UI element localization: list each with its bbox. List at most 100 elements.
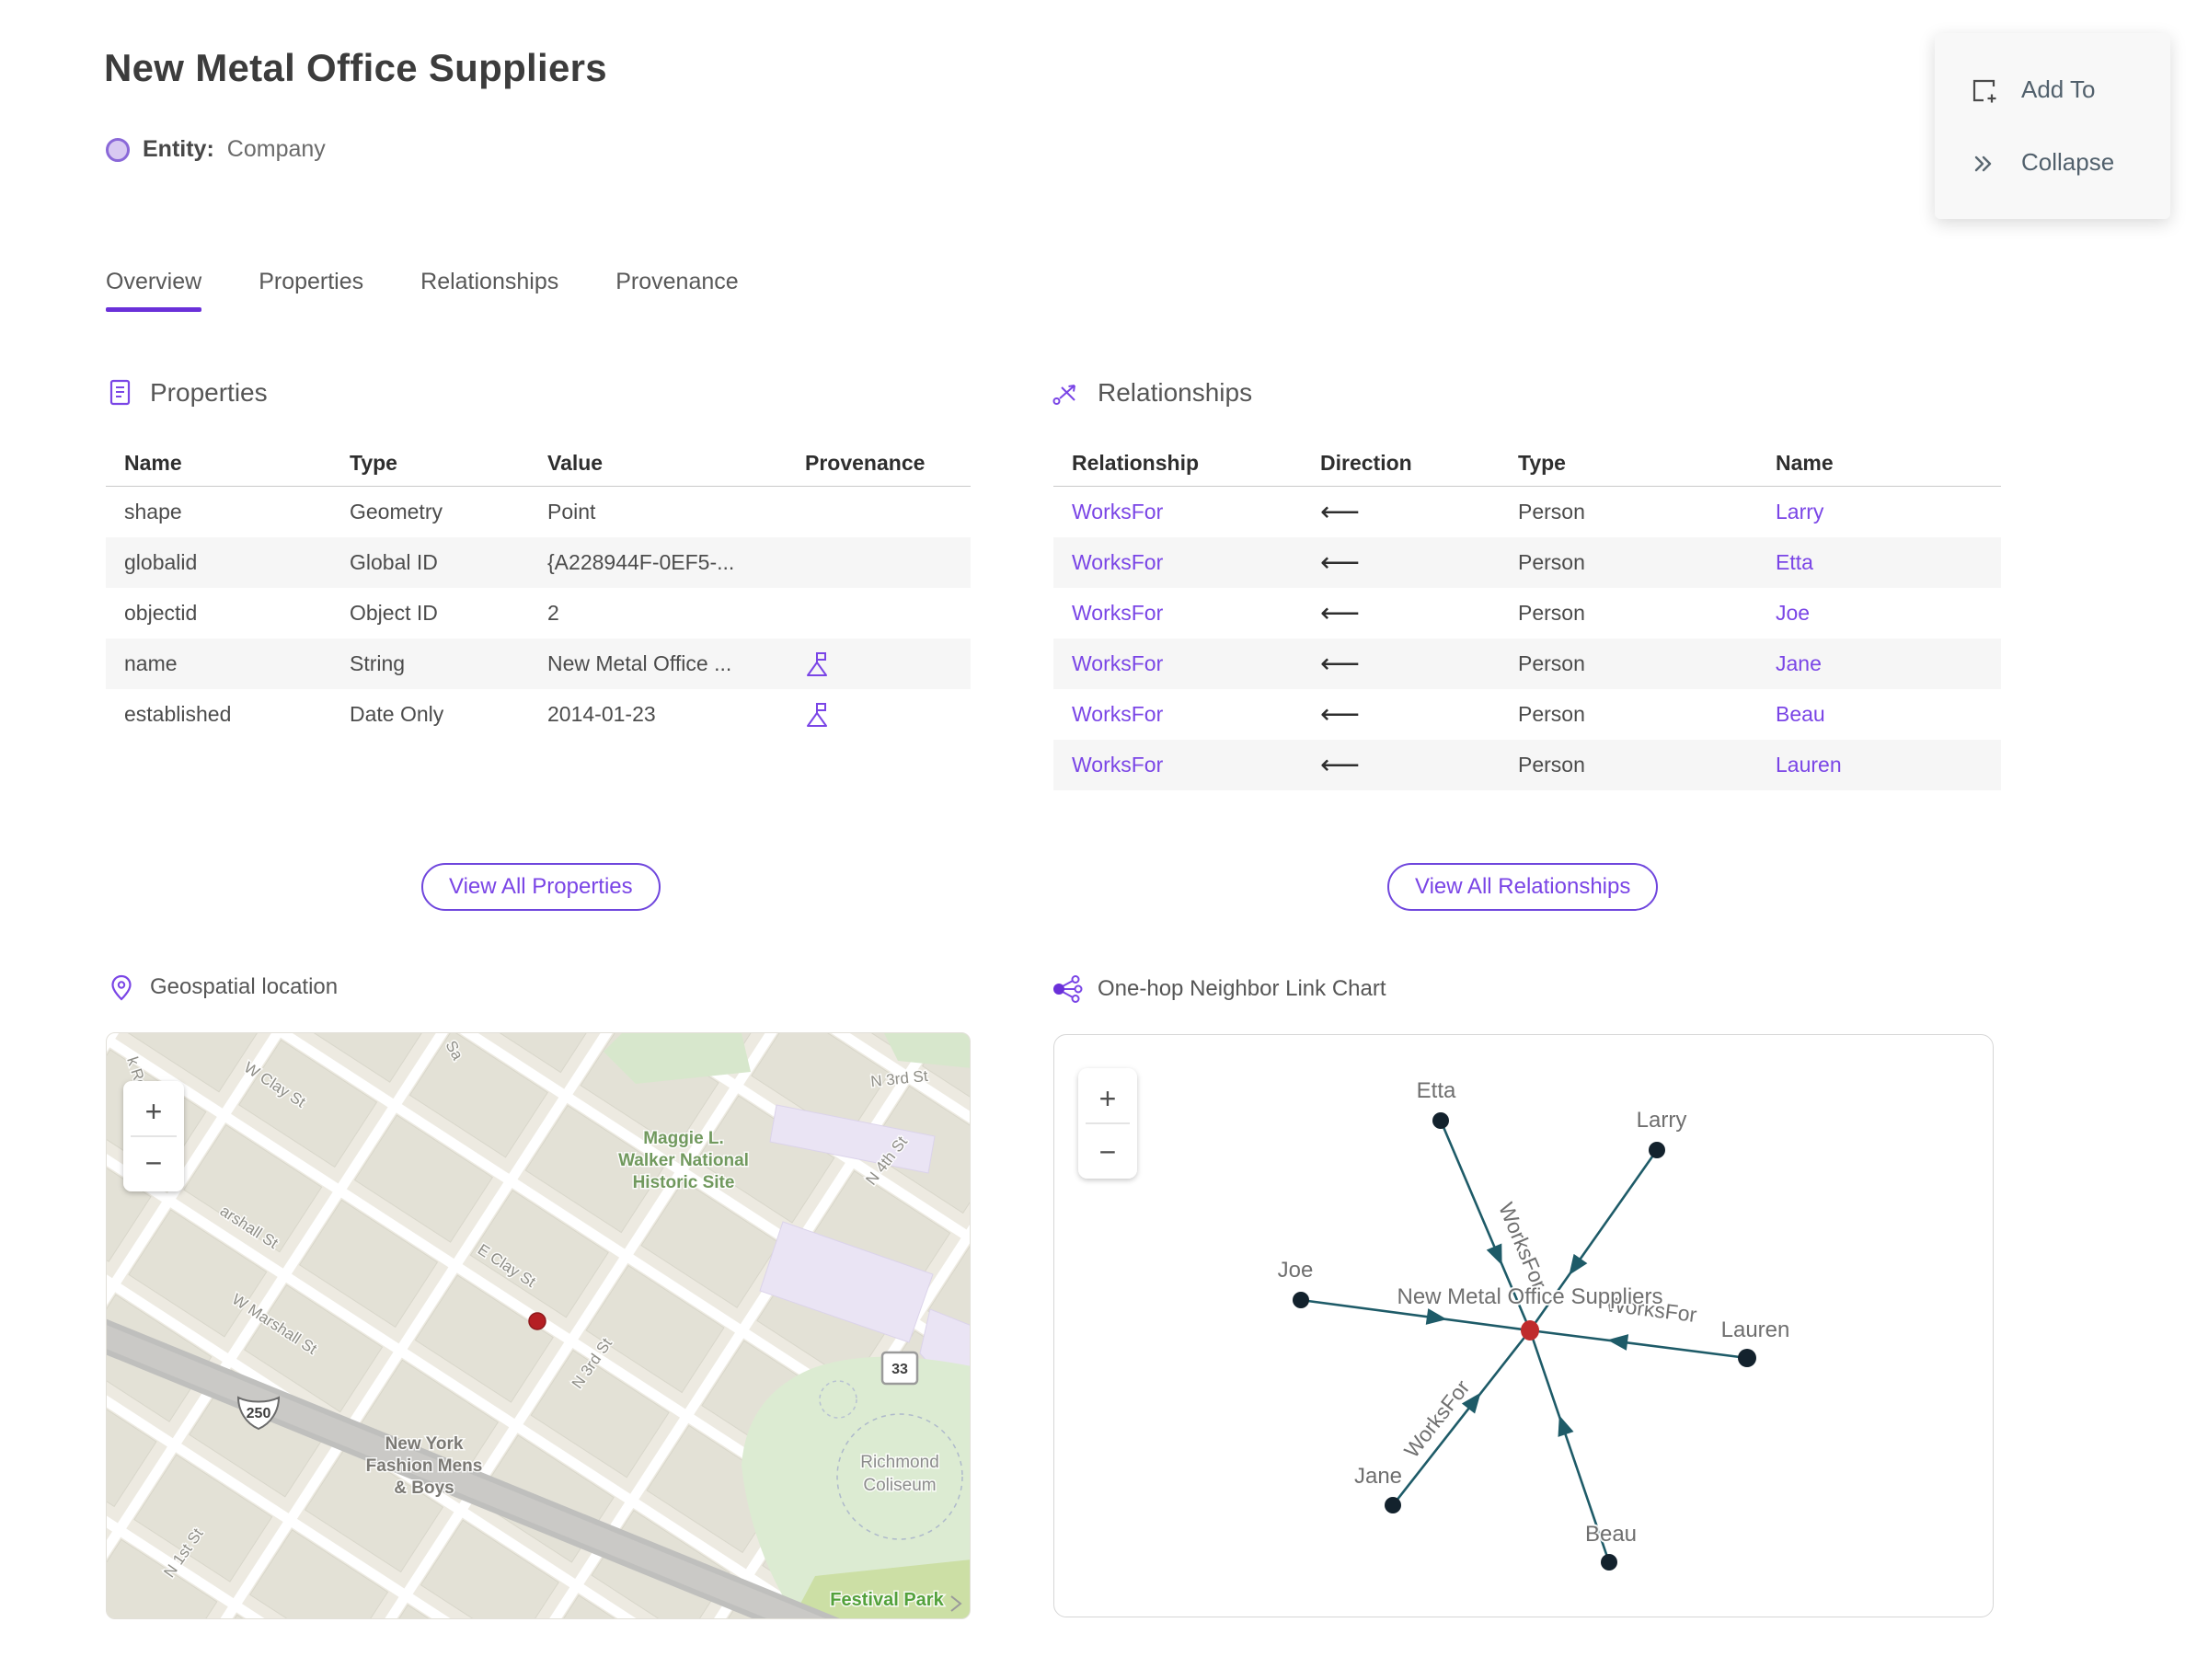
relationship-link[interactable]: WorksFor: [1053, 702, 1302, 727]
table-row: objectid Object ID 2: [124, 601, 559, 625]
poi-label: Festival Park: [830, 1590, 944, 1610]
chart-zoom-in-button[interactable]: +: [1099, 1082, 1117, 1115]
basemap: k Rd W Clay St Sa N 3rd St N 4th St E Cl…: [107, 1033, 970, 1618]
tab-overview[interactable]: Overview: [106, 269, 202, 312]
entity-link[interactable]: Larry: [1757, 500, 2001, 524]
table-row: globalid Global ID {A228944F-0EF5-...: [106, 537, 971, 588]
geospatial-section-title: Geospatial location: [150, 974, 339, 999]
properties-table: Name Type Value Provenance shape Geometr…: [106, 440, 971, 740]
tab-properties[interactable]: Properties: [259, 269, 363, 312]
map-zoom-in-button[interactable]: +: [145, 1095, 163, 1128]
one-hop-link-chart[interactable]: WorksFor WorksFor WorksFor Etta Larry Jo…: [1053, 1034, 1994, 1617]
add-to-icon: [1972, 79, 1996, 102]
table-row: name String New Metal Office ...: [106, 639, 971, 689]
relationships-icon: [1052, 385, 1075, 405]
col-direction: Direction: [1320, 450, 1412, 475]
table-row: WorksFor ⟵ Person Larry: [1053, 487, 2001, 537]
node-jane[interactable]: [1385, 1497, 1401, 1513]
tab-relationships[interactable]: Relationships: [420, 269, 558, 312]
relationships-section-header: Relationships: [1052, 377, 1252, 408]
entity-link[interactable]: Jane: [1757, 651, 2001, 676]
table-row: WorksFor ⟵ Person Jane: [1053, 639, 2001, 689]
properties-section-title: Properties: [150, 378, 268, 407]
properties-section-header: Properties: [104, 377, 268, 408]
link-chart-canvas: WorksFor WorksFor WorksFor Etta Larry Jo…: [1078, 1068, 1791, 1571]
entity-link[interactable]: Etta: [1757, 550, 2001, 575]
poi-label: New York: [385, 1434, 464, 1454]
direction-arrow: ⟵: [1320, 548, 1361, 577]
entity-label: Entity:: [143, 136, 214, 162]
geospatial-map[interactable]: k Rd W Clay St Sa N 3rd St N 4th St E Cl…: [106, 1032, 971, 1619]
poi-label: Coliseum: [863, 1476, 936, 1495]
relationships-table-header: Relationship Direction Type Name: [1053, 440, 2001, 487]
entity-link[interactable]: Beau: [1757, 702, 2001, 727]
collapse-button[interactable]: Collapse: [1935, 126, 2170, 199]
node-label: Larry: [1637, 1108, 1687, 1133]
col-type: Type: [1518, 450, 1566, 475]
relationship-link[interactable]: WorksFor: [1053, 651, 1302, 676]
entity-link[interactable]: Lauren: [1757, 753, 2001, 777]
entity-badge: Entity: Company: [106, 136, 326, 163]
view-all-relationships-button[interactable]: View All Relationships: [1387, 863, 1659, 911]
col-provenance: Provenance: [805, 450, 926, 475]
node-beau[interactable]: [1601, 1554, 1617, 1571]
node-label: Etta: [1417, 1078, 1456, 1103]
entity-link[interactable]: Joe: [1757, 601, 2001, 626]
map-pin-icon: [111, 974, 132, 1001]
edge-label: WorksFor: [1494, 1199, 1552, 1293]
route-shield-33: 33: [880, 1351, 919, 1386]
node-etta[interactable]: [1432, 1112, 1449, 1129]
poi-label: Walker National: [618, 1151, 749, 1170]
entity-type-icon: [106, 137, 130, 162]
tab-provenance[interactable]: Provenance: [615, 269, 738, 312]
direction-arrow: ⟵: [1320, 498, 1361, 526]
collapse-label: Collapse: [2021, 148, 2115, 176]
table-row: WorksFor ⟵ Person Beau: [1053, 689, 2001, 740]
provenance-flag-icon[interactable]: [805, 650, 829, 678]
add-to-label: Add To: [2021, 75, 2096, 103]
node-label: Beau: [1585, 1522, 1637, 1547]
poi-label: & Boys: [394, 1479, 454, 1498]
node-larry[interactable]: [1649, 1142, 1665, 1158]
linkchart-section-header: One-hop Neighbor Link Chart: [1052, 973, 1386, 1005]
col-relationship: Relationship: [1072, 450, 1200, 475]
poi-label: Historic Site: [633, 1173, 735, 1192]
poi-label: Richmond: [860, 1453, 939, 1472]
svg-text:33: 33: [891, 1362, 908, 1377]
table-row: established Date Only 2014-01-23: [106, 689, 971, 740]
col-value: Value: [547, 450, 604, 475]
table-row: WorksFor ⟵ Person Joe: [1053, 588, 2001, 639]
page-title: New Metal Office Suppliers: [104, 46, 607, 89]
direction-arrow: ⟵: [1320, 599, 1361, 627]
relationship-link[interactable]: WorksFor: [1053, 500, 1302, 524]
table-row: WorksFor ⟵ Person Etta: [1053, 537, 2001, 588]
poi-label: Fashion Mens: [366, 1456, 483, 1476]
properties-table-header: Name Type Value Provenance: [106, 440, 971, 487]
chart-zoom-out-button[interactable]: −: [1099, 1135, 1117, 1168]
provenance-flag-icon[interactable]: [805, 701, 829, 729]
map-zoom-out-button[interactable]: −: [145, 1146, 163, 1179]
node-label: Joe: [1278, 1258, 1314, 1283]
node-joe[interactable]: [1293, 1292, 1309, 1308]
relationship-link[interactable]: WorksFor: [1053, 601, 1302, 626]
table-row: shape Geometry Point: [124, 500, 596, 524]
direction-arrow: ⟵: [1320, 700, 1361, 729]
node-center-entity[interactable]: [1521, 1320, 1539, 1341]
node-lauren[interactable]: [1738, 1349, 1756, 1367]
link-chart-icon: [1053, 975, 1083, 1003]
linkchart-section-title: One-hop Neighbor Link Chart: [1098, 976, 1386, 1001]
collapse-icon: [1974, 155, 1992, 171]
col-name: Name: [1776, 450, 1834, 475]
node-label: Jane: [1354, 1464, 1402, 1489]
add-to-button[interactable]: Add To: [1935, 53, 2170, 126]
tab-bar: Overview Properties Relationships Proven…: [106, 269, 739, 312]
chart-edges: [1300, 1120, 1748, 1563]
entity-type-value: Company: [226, 136, 326, 162]
relationship-link[interactable]: WorksFor: [1053, 753, 1302, 777]
view-all-properties-button[interactable]: View All Properties: [421, 863, 661, 911]
direction-arrow: ⟵: [1320, 650, 1361, 678]
geospatial-section-header: Geospatial location: [108, 973, 338, 1001]
actions-popover: Add To Collapse: [1935, 33, 2170, 219]
poi-label: Maggie L.: [643, 1129, 724, 1148]
relationship-link[interactable]: WorksFor: [1053, 550, 1302, 575]
